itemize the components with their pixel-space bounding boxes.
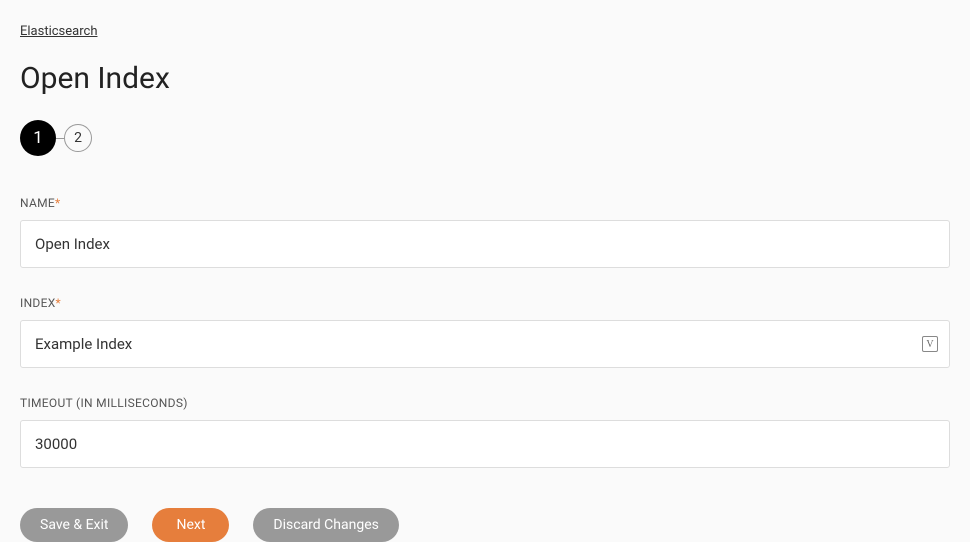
form-group-timeout: TIMEOUT (IN MILLISECONDS) <box>20 396 950 468</box>
required-marker: * <box>55 196 60 210</box>
name-label: NAME* <box>20 196 950 210</box>
name-input[interactable] <box>20 220 950 268</box>
button-row: Save & Exit Next Discard Changes <box>20 508 950 542</box>
index-label: INDEX* <box>20 296 950 310</box>
index-input[interactable] <box>20 320 950 368</box>
page-title: Open Index <box>20 61 950 96</box>
timeout-input[interactable] <box>20 420 950 468</box>
step-2[interactable]: 2 <box>64 124 92 152</box>
stepper: 1 2 <box>20 120 950 156</box>
discard-button[interactable]: Discard Changes <box>253 508 398 542</box>
required-marker: * <box>56 296 61 310</box>
step-1[interactable]: 1 <box>20 120 56 156</box>
next-button[interactable]: Next <box>152 508 229 542</box>
index-label-text: INDEX <box>20 296 56 310</box>
step-connector <box>56 138 64 139</box>
form-group-name: NAME* <box>20 196 950 268</box>
save-exit-button[interactable]: Save & Exit <box>20 508 128 542</box>
name-label-text: NAME <box>20 196 55 210</box>
variable-icon[interactable]: V <box>922 336 938 352</box>
form-group-index: INDEX* V <box>20 296 950 368</box>
timeout-label: TIMEOUT (IN MILLISECONDS) <box>20 396 950 410</box>
timeout-label-text: TIMEOUT (IN MILLISECONDS) <box>20 396 188 410</box>
breadcrumb-elasticsearch[interactable]: Elasticsearch <box>20 24 97 39</box>
